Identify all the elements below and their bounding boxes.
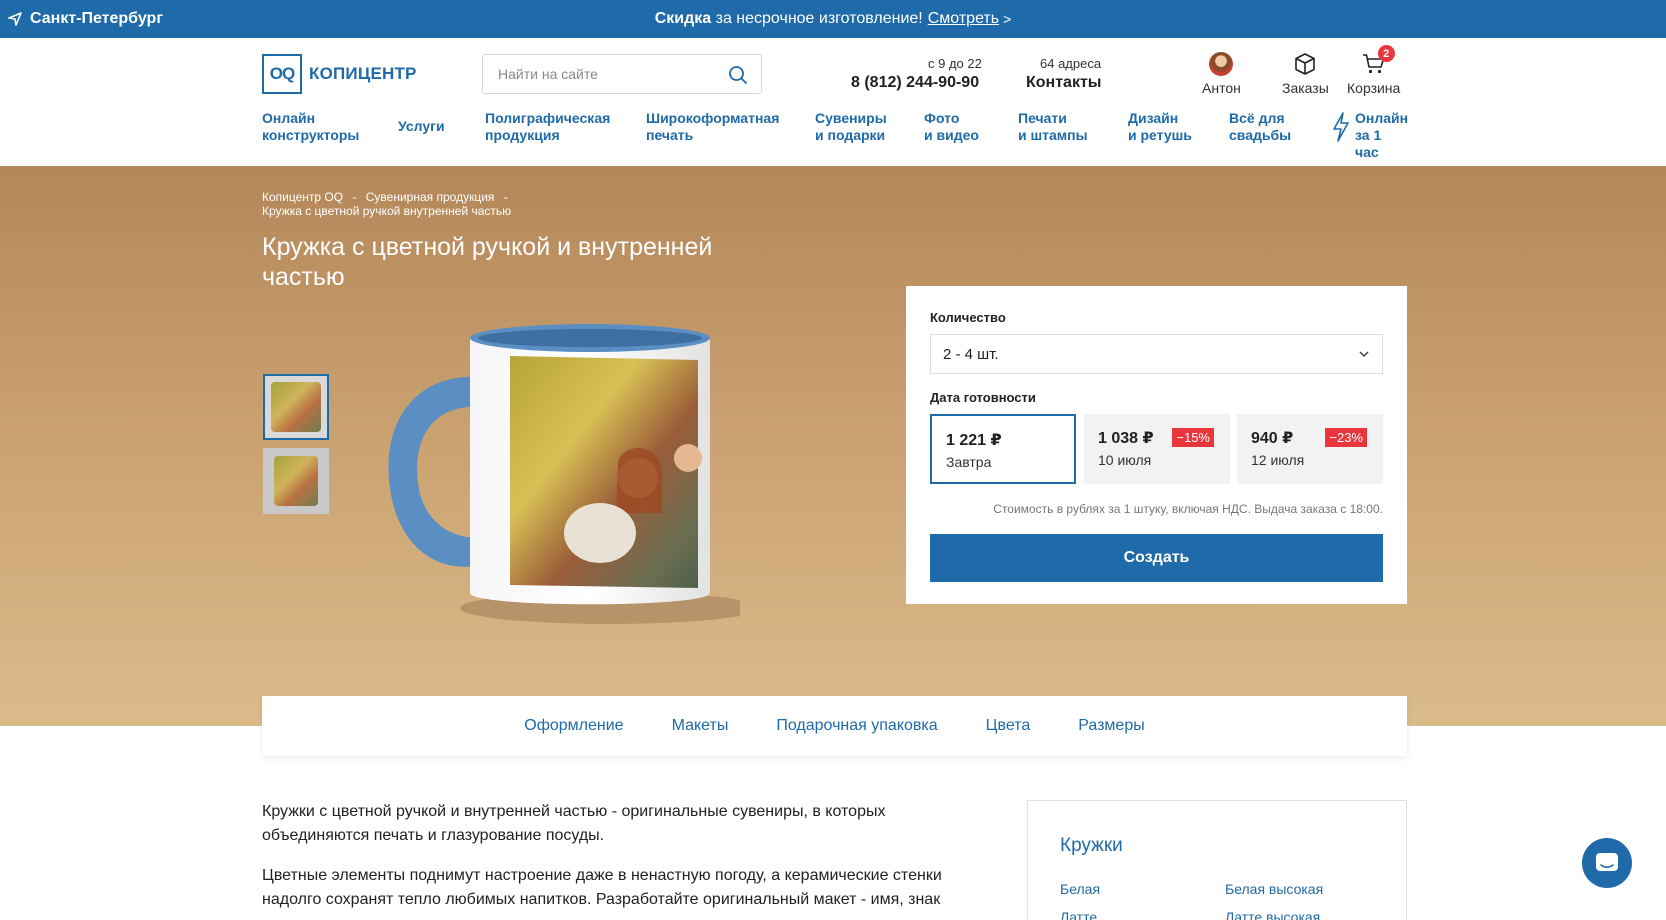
promo-arrow: > (1003, 11, 1012, 27)
logo-text: КОПИЦЕНТР (309, 64, 417, 83)
promo-bold: Скидка (654, 10, 712, 27)
nav-stamps[interactable]: Печати и штампы (1018, 110, 1088, 144)
nav-printing-products[interactable]: Полиграфическая продукция (485, 110, 610, 144)
breadcrumb-souvenirs[interactable]: Сувенирная продукция (366, 190, 495, 204)
breadcrumb-current: Кружка с цветной ручкой внутренней часть… (262, 204, 512, 218)
chat-icon (1596, 853, 1618, 871)
price-note: Стоимость в рублях за 1 штуку, включая Н… (993, 502, 1383, 516)
category-sidebar: Кружки Белая Белая высокая Латте Латте в… (1027, 800, 1407, 920)
addresses-count: 64 адреса (1040, 56, 1102, 71)
tab-design[interactable]: Оформление (524, 717, 623, 735)
user-profile-button[interactable]: Антон (1202, 52, 1241, 96)
thumbnail-image (274, 456, 318, 506)
sidebar-link-latte-tall[interactable]: Латте высокая (1225, 909, 1320, 920)
create-button[interactable]: Создать (930, 534, 1383, 582)
site-header: OQ КОПИЦЕНТР с 9 до 22 8 (812) 244-90-90… (0, 38, 1666, 166)
product-thumbnail-2[interactable] (263, 448, 329, 514)
orders-label: Заказы (1282, 80, 1329, 96)
chat-button[interactable] (1582, 838, 1632, 888)
product-tabs: Оформление Макеты Подарочная упаковка Цв… (262, 696, 1407, 756)
main-nav: Онлайн конструкторы Услуги Полиграфическа… (262, 110, 1408, 160)
orders-button[interactable]: Заказы (1282, 52, 1329, 96)
promo-message: Скидка за несрочное изготовление! Смотре… (0, 0, 1666, 38)
sidebar-link-latte[interactable]: Латте (1060, 909, 1097, 920)
tab-colors[interactable]: Цвета (986, 717, 1031, 735)
search-box (482, 54, 762, 94)
work-hours: с 9 до 22 (928, 56, 982, 71)
tab-sizes[interactable]: Размеры (1078, 717, 1145, 735)
description-paragraph-1: Кружки с цветной ручкой и внутренней час… (262, 803, 886, 844)
avatar (1209, 52, 1234, 76)
nav-online-constructors[interactable]: Онлайн конструкторы (262, 110, 359, 144)
option-price: 1 038 ₽ (1098, 430, 1154, 447)
order-card: Количество 2 - 4 шт. Дата готовности 1 2… (906, 286, 1407, 604)
contacts-link[interactable]: Контакты (1026, 74, 1101, 92)
sidebar-title: Кружки (1060, 835, 1123, 856)
description-paragraph-2: Цветные элементы поднимут настроение даж… (262, 867, 942, 908)
nav-wide-format[interactable]: Широкоформатная печать (646, 110, 779, 144)
quantity-label: Количество (930, 310, 1006, 325)
tab-layouts[interactable]: Макеты (672, 717, 729, 735)
option-price: 940 ₽ (1251, 430, 1294, 447)
nav-online-1-hour[interactable]: Онлайн за 1 час (1355, 110, 1408, 161)
nav-services[interactable]: Услуги (398, 118, 445, 135)
nav-souvenirs[interactable]: Сувениры и подарки (815, 110, 887, 144)
promo-text: за несрочное изготовление! (711, 10, 923, 27)
thumbnail-image (271, 382, 321, 432)
date-option-july-10[interactable]: 1 038 ₽ −15% 10 июля (1084, 414, 1230, 484)
breadcrumb: Копицентр OQ - Сувенирная продукция - Кр… (262, 190, 514, 218)
product-hero: Копицентр OQ - Сувенирная продукция - Кр… (0, 166, 1666, 726)
lightning-icon (1333, 112, 1349, 142)
promo-bar: Санкт-Петербург Скидка за несрочное изго… (0, 0, 1666, 38)
logo-mark: OQ (262, 54, 302, 94)
search-input[interactable] (483, 55, 723, 93)
date-option-tomorrow[interactable]: 1 221 ₽ Завтра (930, 414, 1076, 484)
chevron-down-icon (1359, 351, 1369, 358)
product-thumbnail-1[interactable] (263, 374, 329, 440)
page-title: Кружка с цветной ручкой и внутренней час… (262, 233, 713, 291)
logo[interactable]: OQ КОПИЦЕНТР (262, 54, 417, 94)
tab-gift-wrap[interactable]: Подарочная упаковка (776, 717, 937, 735)
nav-design[interactable]: Дизайн и ретушь (1128, 110, 1192, 144)
discount-badge: −15% (1172, 428, 1214, 447)
option-date: Завтра (946, 454, 992, 470)
nav-wedding[interactable]: Всё для свадьбы (1229, 110, 1291, 144)
user-name: Антон (1202, 80, 1241, 96)
ready-date-label: Дата готовности (930, 390, 1036, 405)
nav-photo-video[interactable]: Фото и видео (924, 110, 979, 144)
sidebar-link-white[interactable]: Белая (1060, 881, 1100, 897)
discount-badge: −23% (1325, 428, 1367, 447)
cart-count-badge: 2 (1377, 45, 1395, 62)
search-icon[interactable] (727, 64, 749, 86)
date-option-july-12[interactable]: 940 ₽ −23% 12 июля (1237, 414, 1383, 484)
option-date: 10 июля (1098, 452, 1152, 468)
box-icon (1295, 53, 1316, 75)
quantity-select[interactable]: 2 - 4 шт. (930, 334, 1383, 374)
option-price: 1 221 ₽ (946, 432, 1002, 449)
sidebar-link-white-tall[interactable]: Белая высокая (1225, 881, 1323, 897)
promo-link[interactable]: Смотреть (928, 10, 999, 28)
cart-label: Корзина (1347, 80, 1401, 96)
quantity-value: 2 - 4 шт. (943, 346, 999, 363)
cart-icon-wrap: 2 (1362, 45, 1395, 76)
product-mug-image (388, 324, 740, 624)
phone-number[interactable]: 8 (812) 244-90-90 (851, 74, 979, 92)
cart-button[interactable]: 2 Корзина (1347, 45, 1401, 96)
breadcrumb-home[interactable]: Копицентр OQ (262, 190, 343, 204)
option-date: 12 июля (1251, 452, 1305, 468)
